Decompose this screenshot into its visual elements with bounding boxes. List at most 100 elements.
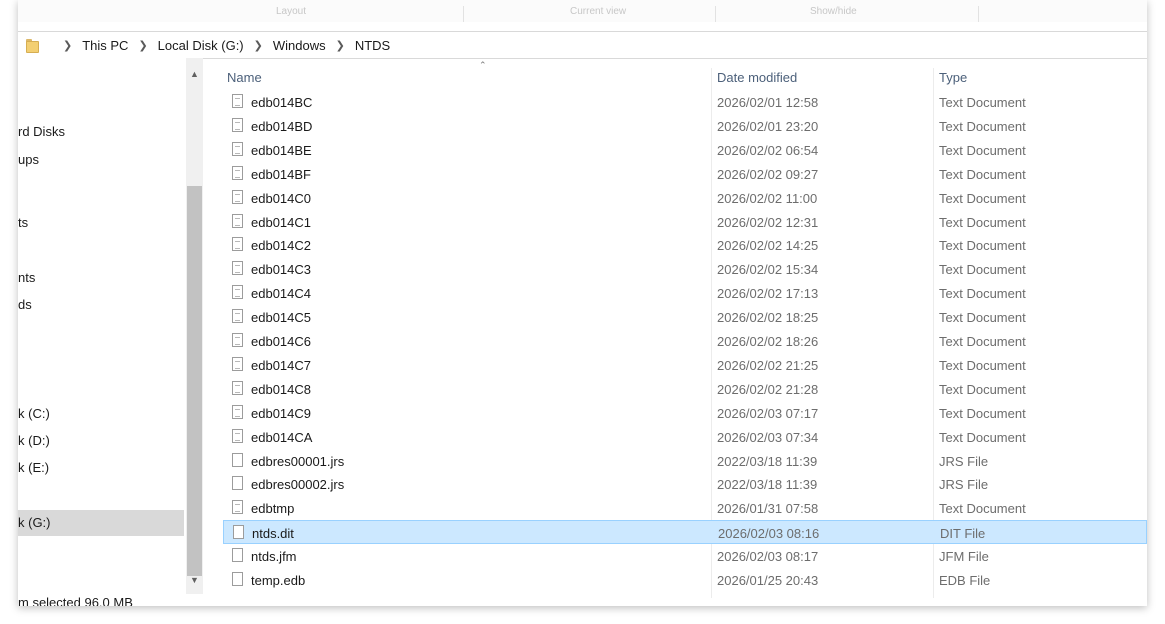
file-icon — [232, 452, 243, 467]
nav-item-disk-g[interactable]: k (G:) — [18, 510, 184, 536]
text-file-icon — [232, 404, 243, 419]
chevron-right-icon[interactable]: ❯ — [138, 39, 147, 52]
file-name: edb014C9 — [251, 405, 311, 421]
file-name: edb014BF — [251, 166, 311, 182]
file-row[interactable]: temp.edb 2026/01/25 20:43 EDB File — [223, 568, 1147, 592]
nav-item-disk-c[interactable]: k (C:) — [18, 401, 184, 427]
column-header-name[interactable]: Name — [227, 70, 262, 85]
breadcrumb-ntds[interactable]: NTDS — [355, 38, 390, 53]
nav-item-disk-d[interactable]: k (D:) — [18, 428, 184, 454]
chevron-right-icon[interactable]: ❯ — [336, 39, 345, 52]
file-icon — [232, 476, 243, 491]
file-row[interactable]: edb014BC 2026/02/01 12:58 Text Document — [223, 90, 1147, 114]
file-date-modified: 2022/03/18 11:39 — [717, 477, 818, 493]
file-row[interactable]: edb014C3 2026/02/02 15:34 Text Document — [223, 257, 1147, 281]
file-name: edbres00002.jrs — [251, 477, 345, 493]
file-row[interactable]: edb014C7 2026/02/02 21:25 Text Document — [223, 353, 1147, 377]
file-type: Text Document — [939, 405, 1026, 421]
file-date-modified: 2026/02/03 07:17 — [717, 405, 819, 421]
file-type: Text Document — [939, 118, 1026, 134]
file-row[interactable]: edb014C0 2026/02/02 11:00 Text Document — [223, 186, 1147, 210]
file-type: Text Document — [939, 429, 1026, 445]
text-file-icon — [232, 428, 243, 443]
file-row[interactable]: edbres00001.jrs 2022/03/18 11:39 JRS File — [223, 449, 1147, 473]
file-name: edb014C5 — [251, 310, 311, 326]
file-row[interactable]: edb014C5 2026/02/02 18:25 Text Document — [223, 305, 1147, 329]
file-date-modified: 2026/02/02 21:25 — [717, 357, 819, 373]
file-row[interactable]: edbres00002.jrs 2022/03/18 11:39 JRS File — [223, 472, 1147, 496]
file-row[interactable]: edb014BF 2026/02/02 09:27 Text Document — [223, 162, 1147, 186]
file-type: Text Document — [939, 262, 1026, 278]
nav-item-contacts[interactable]: nts — [18, 265, 184, 291]
file-date-modified: 2026/02/02 17:13 — [717, 286, 819, 302]
scrollbar-thumb[interactable] — [187, 186, 202, 576]
column-header-date-modified[interactable]: Date modified — [717, 70, 797, 85]
chevron-right-icon[interactable]: ❯ — [254, 39, 263, 52]
file-type: Text Document — [939, 334, 1026, 349]
file-type: Text Document — [939, 381, 1026, 397]
nav-scrollbar[interactable]: ▲ ▼ — [186, 58, 203, 594]
column-header-type[interactable]: Type — [939, 70, 967, 85]
navigation-pane: rd Disks ups ts nts ds k (C:) k (D:) k (… — [18, 58, 186, 606]
text-file-icon — [232, 261, 243, 276]
file-row[interactable]: ntds.dit 2026/02/03 08:16 DIT File — [223, 520, 1147, 545]
text-file-icon — [232, 356, 243, 371]
file-name: edb014BE — [251, 142, 312, 158]
file-type: Text Document — [939, 238, 1026, 254]
nav-item-downloads[interactable]: ds — [18, 292, 184, 318]
file-date-modified: 2026/02/01 23:20 — [717, 118, 819, 134]
file-row[interactable]: edb014CA 2026/02/03 07:34 Text Document — [223, 425, 1147, 449]
file-type: Text Document — [939, 286, 1026, 302]
file-icon — [232, 548, 243, 563]
scroll-down-icon[interactable]: ▼ — [186, 572, 203, 589]
file-row[interactable]: edb014C2 2026/02/02 14:25 Text Document — [223, 233, 1147, 257]
nav-item-hard-disks[interactable]: rd Disks — [18, 119, 184, 145]
file-row[interactable]: edb014C9 2026/02/03 07:17 Text Document — [223, 401, 1147, 425]
ribbon-group-layout: Layout — [276, 6, 307, 17]
file-row[interactable]: edbtmp 2026/01/31 07:58 Text Document — [223, 496, 1147, 520]
file-row[interactable]: edb014C6 2026/02/02 18:26 Text Document — [223, 329, 1147, 353]
breadcrumb-this-pc[interactable]: This PC — [82, 38, 128, 53]
file-name: edbres00001.jrs — [251, 453, 345, 469]
file-row[interactable]: edb014BE 2026/02/02 06:54 Text Document — [223, 138, 1147, 162]
breadcrumb-local-disk-g[interactable]: Local Disk (G:) — [158, 38, 244, 53]
file-date-modified: 2026/02/02 21:28 — [717, 381, 819, 397]
file-date-modified: 2022/03/18 11:39 — [717, 453, 818, 469]
file-date-modified: 2026/02/03 08:16 — [718, 526, 820, 542]
file-name: edb014C4 — [251, 286, 311, 302]
file-date-modified: 2026/02/02 18:25 — [717, 310, 819, 326]
text-file-icon — [232, 94, 243, 108]
file-type: EDB File — [939, 573, 991, 588]
nav-item-groups[interactable]: ups — [18, 147, 184, 173]
file-name: edb014BD — [251, 118, 313, 134]
file-type: JRS File — [939, 453, 989, 469]
text-file-icon — [232, 117, 243, 132]
file-date-modified: 2026/02/01 12:58 — [717, 95, 819, 110]
file-row[interactable]: edb014BD 2026/02/01 23:20 Text Document — [223, 114, 1147, 138]
ribbon-group-show-hide: Show/hide — [810, 6, 857, 17]
file-name: edb014C3 — [251, 262, 311, 278]
text-file-icon — [232, 189, 243, 204]
file-date-modified: 2026/02/03 08:17 — [717, 549, 819, 565]
file-name: edb014C2 — [251, 238, 311, 254]
nav-item-documents[interactable]: ts — [18, 210, 184, 236]
file-name: edb014C8 — [251, 381, 311, 397]
file-date-modified: 2026/02/02 11:00 — [717, 190, 818, 206]
folder-icon — [26, 38, 39, 53]
ribbon-group-labels: Layout Current view Show/hide — [18, 0, 1147, 22]
file-name: ntds.jfm — [251, 549, 297, 565]
ribbon-group-current-view: Current view — [570, 6, 627, 17]
file-row[interactable]: ntds.jfm 2026/02/03 08:17 JFM File — [223, 544, 1147, 568]
scroll-up-icon[interactable]: ▲ — [186, 66, 203, 83]
nav-item-disk-e[interactable]: k (E:) — [18, 455, 184, 481]
address-bar[interactable]: ❯ This PC ❯ Local Disk (G:) ❯ Windows ❯ … — [18, 31, 1147, 59]
file-row[interactable]: edb014C8 2026/02/02 21:28 Text Document — [223, 377, 1147, 401]
text-file-icon — [232, 309, 243, 324]
file-row[interactable]: edb014C1 2026/02/02 12:31 Text Document — [223, 210, 1147, 234]
file-date-modified: 2026/02/02 09:27 — [717, 166, 819, 182]
file-row[interactable]: edb014C4 2026/02/02 17:13 Text Document — [223, 281, 1147, 305]
file-date-modified: 2026/02/03 07:34 — [717, 429, 819, 445]
file-date-modified: 2026/02/02 15:34 — [717, 262, 819, 278]
breadcrumb-windows[interactable]: Windows — [273, 38, 326, 53]
chevron-right-icon[interactable]: ❯ — [63, 39, 72, 52]
